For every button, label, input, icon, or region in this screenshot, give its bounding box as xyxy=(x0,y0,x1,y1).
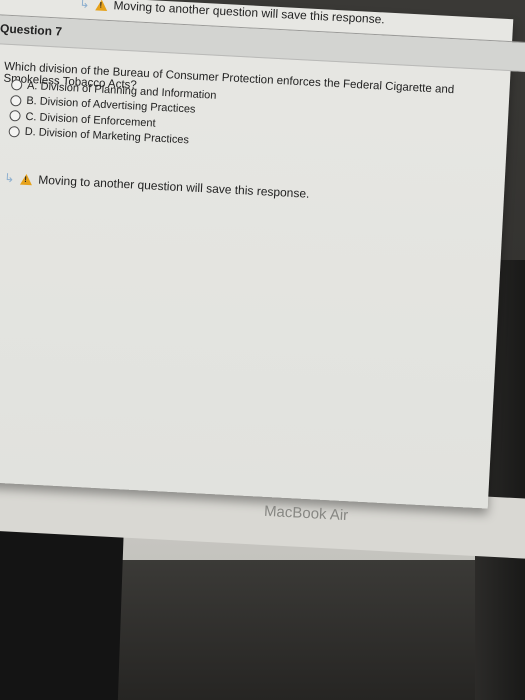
radio-button[interactable] xyxy=(9,110,21,122)
save-warning-text: Moving to another question will save thi… xyxy=(37,172,310,201)
browser-screen: ↳ Moving to another question will save t… xyxy=(0,0,525,509)
answer-choices: A. Division of Planning and Information … xyxy=(8,77,217,150)
arrow-icon: ↳ xyxy=(79,0,90,12)
question-title: Question 7 xyxy=(0,21,63,39)
quiz-page: ↳ Moving to another question will save t… xyxy=(0,0,525,509)
save-warning-bottom: ↳ Moving to another question will save t… xyxy=(4,171,310,201)
warning-icon xyxy=(20,173,33,185)
radio-button[interactable] xyxy=(10,94,22,107)
photo-background: ↳ Moving to another question will save t… xyxy=(0,0,525,700)
arrow-icon: ↳ xyxy=(3,170,15,186)
radio-button[interactable] xyxy=(10,79,23,91)
radio-button[interactable] xyxy=(8,125,21,138)
warning-icon xyxy=(95,0,108,11)
